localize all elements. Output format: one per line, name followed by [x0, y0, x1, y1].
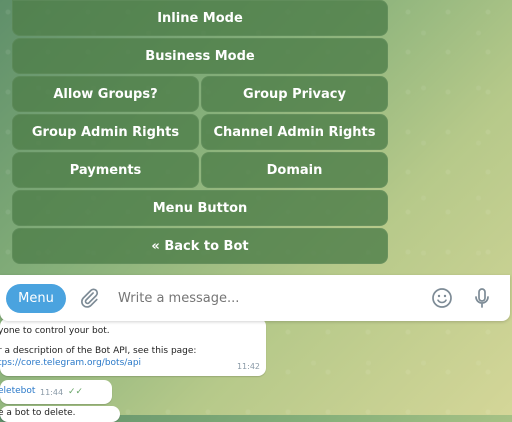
inline-mode-button[interactable]: Inline Mode [12, 0, 388, 36]
command-text[interactable]: eletebot [0, 386, 35, 396]
allow-groups-button[interactable]: Allow Groups? [12, 76, 199, 112]
keyboard-row: Menu Button [12, 190, 388, 226]
message-bubble-bot-info: yone to control your bot. r a descriptio… [0, 318, 266, 376]
message-line: e a bot to delete. [0, 408, 76, 418]
message-link[interactable]: tps://core.telegram.org/bots/api [0, 358, 141, 368]
message-time: 11:42 [236, 362, 260, 371]
message-time: 11:44 [40, 388, 64, 397]
channel-admin-rights-button[interactable]: Channel Admin Rights [201, 114, 388, 150]
business-mode-button[interactable]: Business Mode [12, 38, 388, 74]
keyboard-row: Business Mode [12, 38, 388, 74]
emoji-icon[interactable] [430, 286, 454, 310]
payments-button[interactable]: Payments [12, 152, 199, 188]
back-to-bot-button[interactable]: « Back to Bot [12, 228, 388, 264]
keyboard-row: Group Admin Rights Channel Admin Rights [12, 114, 388, 150]
microphone-icon[interactable] [470, 286, 494, 310]
paperclip-icon[interactable] [78, 287, 100, 309]
menu-button[interactable]: Menu [6, 283, 66, 313]
menu-button-settings-button[interactable]: Menu Button [12, 190, 388, 226]
domain-button[interactable]: Domain [201, 152, 388, 188]
message-composer: Menu [0, 275, 510, 321]
message-bubble-partial: e a bot to delete. [0, 406, 120, 422]
double-check-icon: ✓✓ [68, 387, 84, 397]
message-input[interactable] [116, 289, 430, 307]
keyboard-row: Payments Domain [12, 152, 388, 188]
message-line: yone to control your bot. [0, 326, 110, 336]
group-privacy-button[interactable]: Group Privacy [201, 76, 388, 112]
group-admin-rights-button[interactable]: Group Admin Rights [12, 114, 199, 150]
bot-keyboard: Inline Mode Business Mode Allow Groups? … [12, 0, 388, 266]
keyboard-row: « Back to Bot [12, 228, 388, 264]
message-line: r a description of the Bot API, see this… [0, 346, 197, 356]
keyboard-row: Inline Mode [12, 0, 388, 36]
keyboard-row: Allow Groups? Group Privacy [12, 76, 388, 112]
message-bubble-command: eletebot 11:44 ✓✓ [0, 380, 112, 404]
